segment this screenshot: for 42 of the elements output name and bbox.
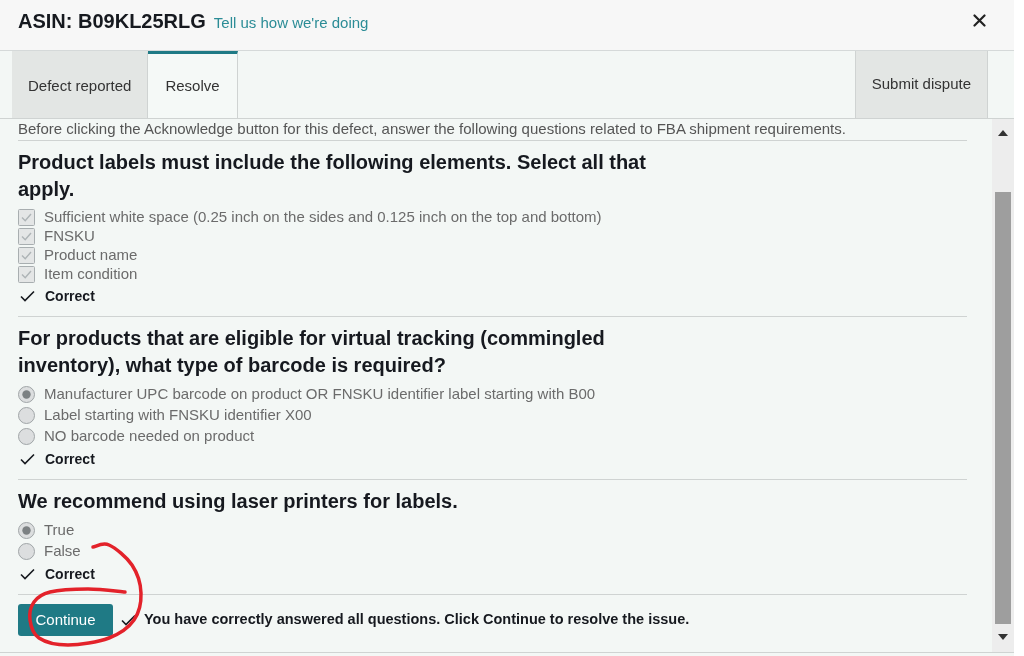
result-label: Correct	[45, 286, 95, 306]
checkmark-icon	[20, 453, 35, 465]
option-label: Sufficient white space (0.25 inch on the sides and 0.125 inch on the top and bottom)	[44, 207, 602, 228]
tab[interactable]: Resolve	[148, 51, 238, 118]
checkmark-icon	[20, 568, 35, 580]
checkmark-icon	[20, 290, 35, 302]
radio-button[interactable]	[18, 428, 35, 445]
checkmark-icon	[121, 614, 136, 626]
checkbox[interactable]	[18, 228, 35, 245]
tab[interactable]: Defect reported	[12, 51, 149, 118]
option-label: Manufacturer UPC barcode on product OR FNSKU identifier label starting with B00	[44, 384, 596, 405]
result-label: Correct	[45, 564, 95, 584]
question-text: We recommend using laser printers for labels.	[18, 489, 459, 514]
question-text: Product labels must include the following elements. Select all that apply.	[18, 150, 647, 202]
option-label: False	[44, 541, 81, 562]
close-button[interactable]	[973, 14, 986, 27]
result-label: Correct	[45, 449, 95, 469]
feedback-link[interactable]: Tell us how we're doing	[213, 11, 369, 34]
option-label: FNSKU	[44, 226, 95, 247]
scrollbar[interactable]	[992, 119, 1014, 652]
radio-button[interactable]	[18, 543, 35, 560]
option-label: Product name	[44, 245, 138, 266]
scroll-thumb[interactable]	[995, 192, 1011, 624]
option-label: True	[44, 520, 75, 541]
submit-dispute-button[interactable]: Submit dispute	[854, 51, 988, 118]
question-text: For products that are eligible for virtual tracking (commingled inventory), what type of barcode is required?	[18, 326, 606, 378]
instructions-text: Before clicking the Acknowledge button for this defect, answer the following questions related to FBA shipment requirements.	[18, 120, 846, 137]
checkbox[interactable]	[18, 247, 35, 264]
option-label: Label starting with FNSKU identifier X00	[44, 405, 312, 426]
radio-button[interactable]	[18, 386, 35, 403]
checkbox[interactable]	[18, 266, 35, 283]
option-label: NO barcode needed on product	[44, 426, 255, 447]
option-label: Item condition	[44, 264, 138, 285]
scroll-down-arrow-icon[interactable]	[998, 634, 1008, 640]
dialog-title: ASIN: B09KL25RLG	[18, 8, 206, 34]
close-icon	[973, 14, 986, 27]
continue-button[interactable]: Continue	[18, 604, 113, 636]
checkbox[interactable]	[18, 209, 35, 226]
scroll-up-arrow-icon[interactable]	[998, 130, 1008, 136]
radio-button[interactable]	[18, 522, 35, 539]
success-message: You have correctly answered all questions. Click Continue to resolve the issue.	[144, 610, 690, 630]
radio-button[interactable]	[18, 407, 35, 424]
